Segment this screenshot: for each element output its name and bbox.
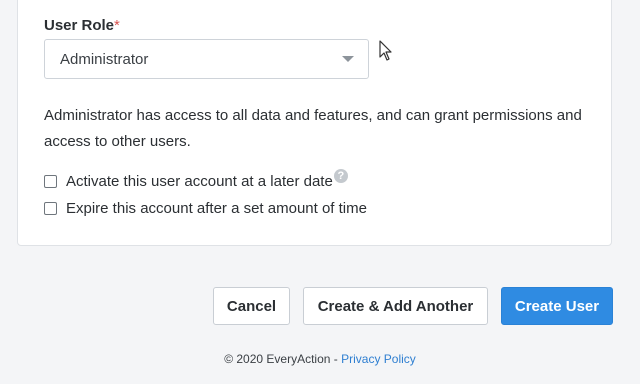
expire-account-checkbox[interactable] [44,202,57,215]
role-description: Administrator has access to all data and… [44,107,582,150]
activate-later-option[interactable]: Activate this user account at a later da… [44,168,348,190]
create-user-button[interactable]: Create User [501,287,613,325]
activate-later-checkbox[interactable] [44,175,57,188]
copyright-text: © 2020 EveryAction [224,352,331,366]
privacy-policy-link[interactable]: Privacy Policy [341,352,416,366]
create-add-another-button[interactable]: Create & Add Another [303,287,488,325]
user-role-label: User Role* [44,17,120,34]
footer: © 2020 EveryAction - Privacy Policy [0,352,640,366]
footer-separator: - [330,352,342,366]
expire-account-label: Expire this account after a set amount o… [66,200,367,217]
required-mark: * [114,17,120,34]
mouse-pointer-icon [379,40,392,61]
question-circle-icon[interactable]: ? [333,168,348,183]
user-role-select[interactable]: Administrator [44,39,369,79]
expire-account-option[interactable]: Expire this account after a set amount o… [44,200,367,217]
chevron-down-icon [342,56,354,62]
cancel-button[interactable]: Cancel [213,287,290,325]
page: User Role* Administrator Administrator h… [0,0,640,384]
user-role-selected-value: Administrator [60,50,149,68]
user-role-label-text: User Role [44,17,115,34]
activate-later-label: Activate this user account at a later da… [66,173,333,190]
